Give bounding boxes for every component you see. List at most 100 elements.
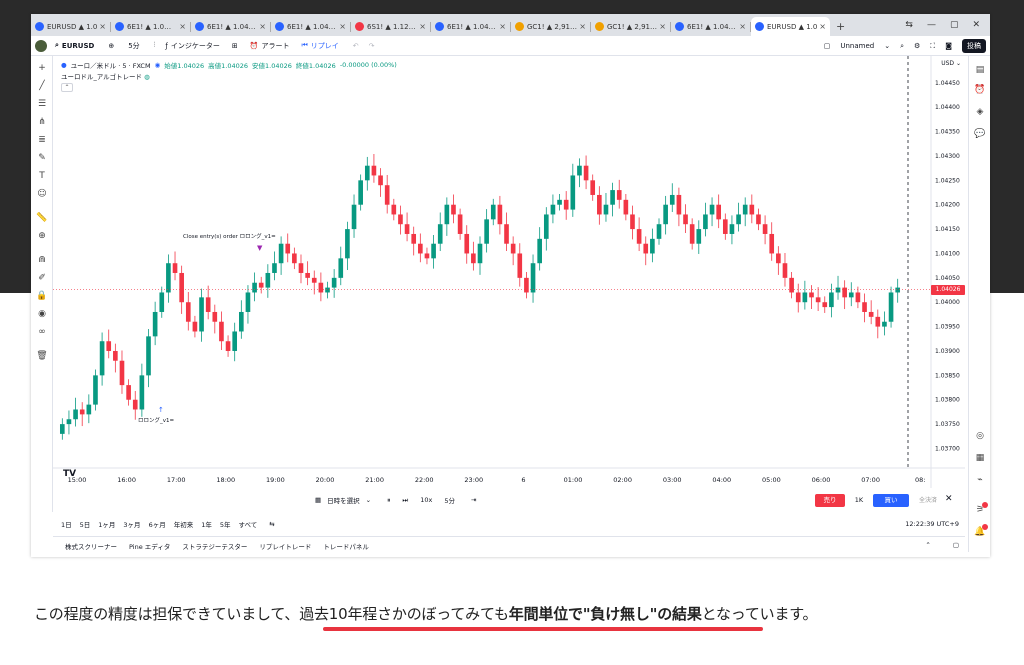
crosshair-icon[interactable]: + (36, 62, 48, 74)
chevron-down-icon[interactable]: ⌄ (366, 496, 371, 504)
layout-name[interactable]: Unnamed (840, 42, 874, 50)
undo-button[interactable]: ↶ (353, 42, 359, 50)
fib-icon[interactable]: ≣ (36, 134, 48, 146)
close-tab-icon[interactable]: × (419, 22, 426, 31)
pitchfork-icon[interactable]: ⋔ (36, 116, 48, 128)
browser-tab[interactable]: 6E1! ▲ 1.0… × (111, 17, 190, 36)
lock-icon[interactable]: 🔒 (36, 290, 48, 302)
price-chart[interactable]: 1.04450 1.04400 1.04350 1.04300 1.04250 1.042… (53, 56, 965, 488)
close-all-button[interactable]: 全決済 (915, 494, 941, 507)
layout-icon[interactable]: ▢ (824, 42, 831, 50)
chart-idea-icon[interactable]: ⌁ (974, 474, 986, 486)
bottom-tab[interactable]: 株式スクリーナー (65, 541, 117, 551)
currency-label[interactable]: USD ⌄ (941, 60, 961, 67)
eye-icon[interactable]: ◉ (155, 61, 161, 69)
close-tab-icon[interactable]: × (99, 22, 106, 31)
alert-button[interactable]: ⏰ アラート (250, 41, 290, 51)
ruler-icon[interactable]: 📏 (36, 212, 48, 224)
gear-icon[interactable]: ⚙ (914, 42, 920, 50)
sell-button[interactable]: 売り (815, 494, 845, 507)
tradingview-logo[interactable]: TV (63, 469, 76, 479)
cast-icon[interactable]: ⇆ (905, 20, 913, 30)
eye-icon[interactable]: ◉ (36, 308, 48, 320)
alarm-clock-icon[interactable]: ⏰ (974, 84, 986, 96)
play-pause-icon[interactable]: ⏸ (387, 496, 390, 505)
add-symbol-button[interactable]: ⊕ (108, 42, 114, 50)
jump-to-realtime-icon[interactable]: ⇥ (471, 496, 476, 504)
range-button[interactable]: 5年 (220, 519, 231, 529)
chat-icon[interactable]: 💬 (974, 128, 986, 140)
bottom-tab[interactable]: ストラテジーテスター (182, 541, 247, 551)
bottom-tab[interactable]: Pine エディタ (129, 541, 170, 551)
close-tab-icon[interactable]: × (579, 22, 586, 31)
buy-button[interactable]: 買い (873, 494, 909, 507)
range-button[interactable]: すべて (238, 519, 257, 529)
bottom-tab[interactable]: トレードパネル (323, 541, 369, 551)
search-icon[interactable]: ⌕ (900, 42, 904, 51)
browser-tab[interactable]: EURUSD ▲ 1.0…× (751, 17, 830, 36)
camera-icon[interactable]: ◙ (945, 42, 952, 50)
step-interval-button[interactable]: 5分 (444, 495, 455, 505)
browser-tab[interactable]: 6E1! ▲ 1.04… × (271, 17, 350, 36)
bottom-tab[interactable]: リプレイトレード (259, 541, 311, 551)
close-tab-icon[interactable]: × (339, 22, 346, 31)
publish-button[interactable]: 投稿 (962, 39, 986, 53)
close-window-icon[interactable]: ✕ (972, 20, 980, 30)
range-button[interactable]: 1日 (61, 519, 72, 529)
range-button[interactable]: 6ヶ月 (149, 519, 166, 529)
text-icon[interactable]: T (36, 170, 48, 182)
browser-tab[interactable]: EURUSD ▲ 1.0…× (31, 17, 110, 36)
speed-button[interactable]: 10x (420, 496, 432, 504)
magnet-icon[interactable]: ⋒ (36, 254, 48, 266)
link-icon[interactable]: ∞ (36, 326, 48, 338)
close-tab-icon[interactable]: × (659, 22, 666, 31)
close-tab-icon[interactable]: × (499, 22, 506, 31)
horizontal-lines-icon[interactable]: ☰ (36, 98, 48, 110)
brush-icon[interactable]: ✎ (36, 152, 48, 164)
clock-readout[interactable]: 12:22:39 UTC+9 (905, 520, 959, 528)
maximize-icon[interactable]: ▢ (950, 20, 959, 30)
minimize-icon[interactable]: — (927, 20, 936, 30)
close-tab-icon[interactable]: × (819, 22, 826, 31)
target-icon[interactable]: ◎ (974, 430, 986, 442)
range-button[interactable]: 5日 (80, 519, 91, 529)
browser-tab[interactable]: 6E1! ▲ 1.04… × (191, 17, 270, 36)
replay-button[interactable]: ⏮ リプレイ (301, 41, 338, 51)
close-tab-icon[interactable]: × (179, 22, 186, 31)
maximize-panel-icon[interactable]: ▢ (953, 541, 959, 549)
chart-area[interactable]: 1.04450 1.04400 1.04350 1.04300 1.04250 1.042… (53, 56, 965, 488)
browser-tab[interactable]: GC1! ▲ 2,91… × (591, 17, 670, 36)
select-date-button[interactable]: 日時を選択 (327, 495, 360, 505)
range-button[interactable]: 年初来 (174, 519, 194, 529)
range-button[interactable]: 3ヶ月 (123, 519, 140, 529)
browser-tab[interactable]: 6S1! ▲ 1.12… × (351, 17, 430, 36)
calendar-icon[interactable]: ▦ (974, 452, 986, 464)
goto-date-icon[interactable]: ⇆ (269, 520, 274, 528)
trend-line-icon[interactable]: ╱ (36, 80, 48, 92)
zoom-icon[interactable]: ⊕ (36, 230, 48, 242)
indicators-button[interactable]: ƒ インジケーター (165, 41, 219, 51)
legend-title[interactable]: ユーロ／米ドル · 5 · FXCM (71, 60, 151, 70)
close-replay-icon[interactable]: ✕ (945, 494, 953, 504)
browser-tab[interactable]: 6E1! ▲ 1.04… × (431, 17, 510, 36)
interval-button[interactable]: 5分 (128, 41, 139, 51)
quantity-field[interactable]: 1K (853, 494, 865, 507)
browser-tab[interactable]: GC1! ▲ 2,91… × (511, 17, 590, 36)
range-button[interactable]: 1年 (201, 519, 212, 529)
templates-button[interactable]: ⊞ (232, 42, 238, 50)
strategy-legend[interactable]: ユーロドル_アルゴトレード ◍ (61, 71, 150, 81)
chevron-up-icon[interactable]: ⌃ (925, 541, 930, 549)
emoji-icon[interactable]: ☺ (36, 188, 48, 200)
collapse-legend-button[interactable]: ⌃ (61, 83, 73, 92)
close-tab-icon[interactable]: × (739, 22, 746, 31)
redo-button[interactable]: ↷ (369, 42, 375, 50)
avatar[interactable] (35, 39, 47, 52)
range-button[interactable]: 1ヶ月 (98, 519, 115, 529)
symbol-search[interactable]: ⌕ EURUSD (55, 41, 94, 50)
lock-draw-icon[interactable]: ✐ (36, 272, 48, 284)
fullscreen-icon[interactable]: ⛶ (930, 42, 935, 51)
browser-tab[interactable]: 6E1! ▲ 1.04… × (671, 17, 750, 36)
step-forward-icon[interactable]: ⏭ (402, 496, 408, 505)
chart-style-button[interactable]: ⫶ (154, 41, 156, 50)
chevron-down-icon[interactable]: ⌄ (884, 42, 890, 50)
